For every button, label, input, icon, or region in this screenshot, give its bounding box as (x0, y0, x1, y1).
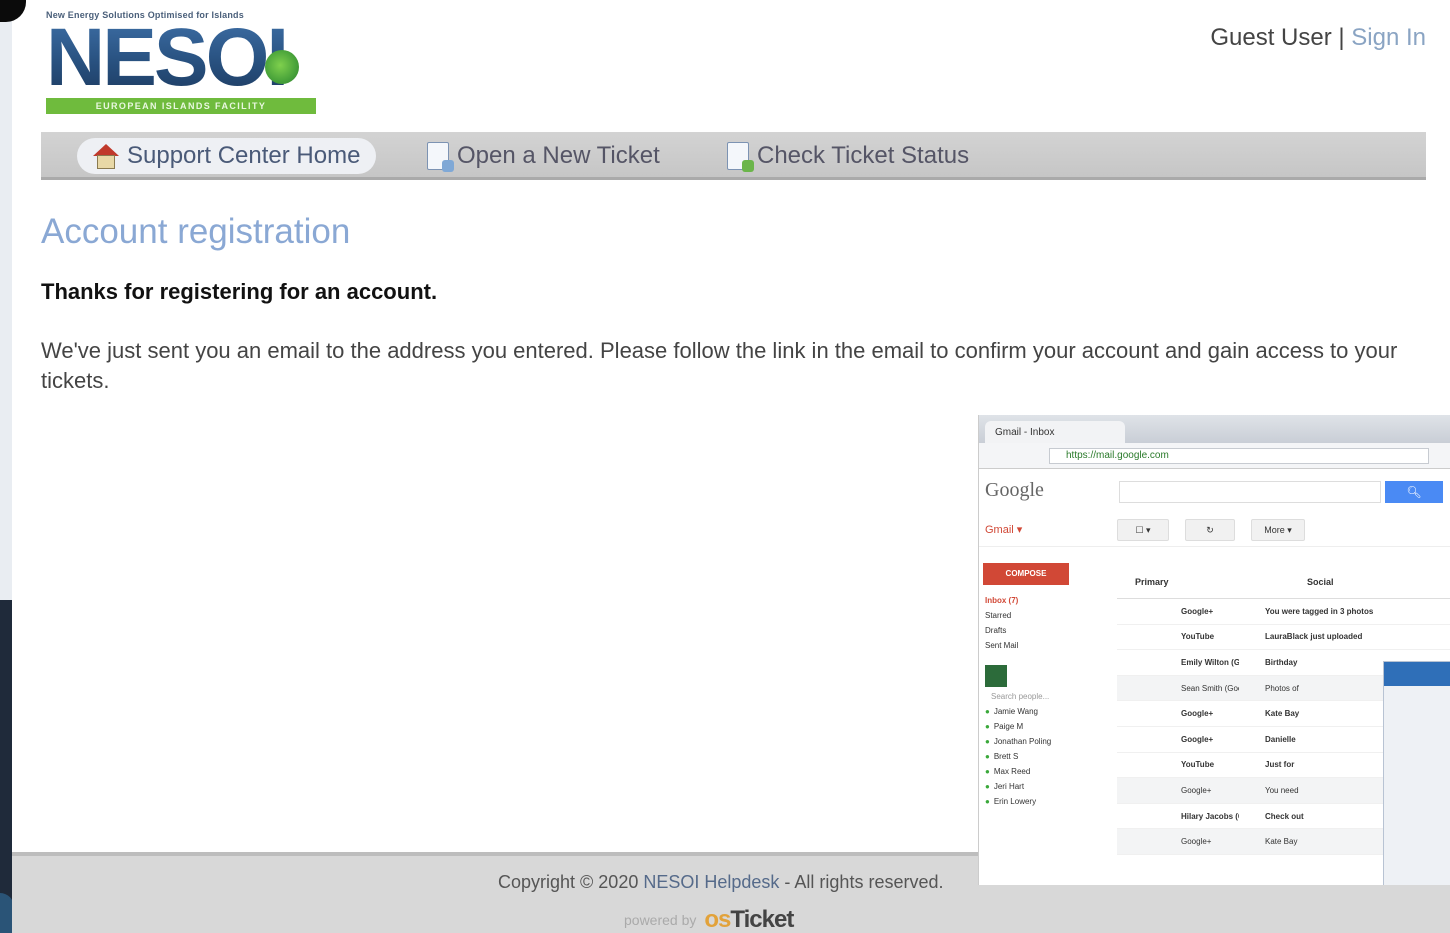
refresh-icon: ↻ (1185, 519, 1235, 541)
avatar (985, 665, 1007, 687)
gmail-category-tabs: Primary Social (1117, 569, 1450, 599)
message-from: YouTube (1181, 632, 1215, 642)
chat-panel: Search people... (979, 665, 1103, 704)
user-separator: | (1331, 24, 1352, 51)
powered-by-osticket[interactable]: powered by osTicket (624, 906, 794, 933)
registration-message: We've just sent you an email to the addr… (41, 338, 1398, 393)
address-url: https://mail.google.com (1049, 448, 1429, 464)
message-from: Google+ (1181, 785, 1212, 795)
gmail-label: Gmail ▾ (985, 524, 1023, 536)
gmail-popup-panel (1383, 661, 1450, 885)
message-row: Google+ You were tagged in 3 photos (1117, 599, 1450, 625)
copyright-suffix: - All rights reserved. (779, 872, 944, 892)
sidebar-starred: Starred (985, 611, 1012, 620)
select-checkbox-icon: ☐ ▾ (1117, 519, 1169, 541)
message-from: Google+ (1181, 606, 1214, 616)
sidebar-drafts: Drafts (985, 626, 1007, 635)
sidebar-inbox: Inbox (7) (985, 596, 1019, 605)
browser-address-bar: https://mail.google.com (979, 443, 1450, 469)
copyright-text: Copyright © 2020 NESOI Helpdesk - All ri… (498, 872, 943, 893)
chat-search: Search people... (991, 692, 1050, 701)
nav-open-new-ticket[interactable]: Open a New Ticket (427, 138, 660, 174)
nav-support-center-home[interactable]: Support Center Home (77, 138, 377, 174)
helpdesk-link[interactable]: NESOI Helpdesk (643, 872, 779, 892)
osticket-logo: osTicket (704, 906, 794, 933)
message-from: Google+ (1181, 837, 1212, 847)
page-title: Account registration (41, 212, 351, 251)
gmail-header: Google 🔍︎ (979, 469, 1450, 513)
compose-button: COMPOSE (983, 563, 1069, 585)
search-icon: 🔍︎ (1385, 481, 1443, 503)
tab-primary: Primary (1135, 577, 1169, 587)
desktop-background-strip (0, 600, 14, 933)
ticket-status-icon (727, 142, 754, 172)
nav-label: Open a New Ticket (457, 142, 660, 169)
message-from: Google+ (1181, 734, 1214, 744)
message-from: Sean Smith (Google+) (1181, 683, 1239, 693)
chat-person: Brett S (979, 749, 1103, 764)
chat-person: Jamie Wang (979, 704, 1103, 719)
message-row: YouTube LauraBlack just uploaded (1117, 625, 1450, 651)
registration-thanks: Thanks for registering for an account. (41, 279, 438, 304)
gmail-sidebar: COMPOSE Inbox (7) Starred Drafts Sent Ma… (979, 563, 1103, 809)
osticket-ticket: Ticket (730, 906, 794, 933)
chat-person: Max Reed (979, 764, 1103, 779)
message-from: Emily Wilton (Google+) (1181, 657, 1239, 667)
google-logo: Google (985, 479, 1044, 501)
powered-by-label: powered by (624, 912, 697, 928)
nav-label: Support Center Home (127, 142, 361, 169)
new-ticket-icon (427, 142, 454, 172)
message-from: Hilary Jacobs (Google+) (1181, 811, 1239, 821)
guest-user-label: Guest User (1210, 24, 1332, 51)
gmail-search-box (1119, 481, 1381, 503)
chat-person: Erin Lowery (979, 794, 1103, 809)
home-icon (91, 142, 119, 170)
nav-check-ticket-status[interactable]: Check Ticket Status (727, 138, 969, 174)
tab-social: Social (1307, 577, 1334, 587)
user-status: Guest User | Sign In (1210, 24, 1426, 52)
chat-person: Jeri Hart (979, 779, 1103, 794)
message-from: Google+ (1181, 709, 1214, 719)
nesoi-logo[interactable]: New Energy Solutions Optimised for Islan… (46, 10, 318, 126)
chat-person: Paige M (979, 719, 1103, 734)
browser-tab-bar: Gmail - Inbox (979, 415, 1450, 443)
nav-label: Check Ticket Status (757, 142, 970, 169)
message-subject: LauraBlack just uploaded (1265, 632, 1363, 642)
browser-tab: Gmail - Inbox (985, 421, 1125, 443)
more-button: More ▾ (1251, 519, 1305, 541)
gmail-toolbar: Gmail ▾ ☐ ▾ ↻ More ▾ (979, 513, 1450, 547)
gmail-inbox-screenshot: Gmail - Inbox https://mail.google.com Go… (978, 415, 1450, 885)
chat-person: Jonathan Poling (979, 734, 1103, 749)
copyright-prefix: Copyright © 2020 (498, 872, 644, 892)
osticket-os: os (704, 906, 731, 933)
message-from: YouTube (1181, 760, 1215, 770)
message-subject: You were tagged in 3 photos (1265, 606, 1374, 616)
sign-in-link[interactable]: Sign In (1351, 24, 1426, 51)
main-navigation: Support Center Home Open a New Ticket Ch… (41, 132, 1426, 180)
logo-globe-icon (265, 50, 299, 84)
sidebar-sent: Sent Mail (985, 641, 1019, 650)
